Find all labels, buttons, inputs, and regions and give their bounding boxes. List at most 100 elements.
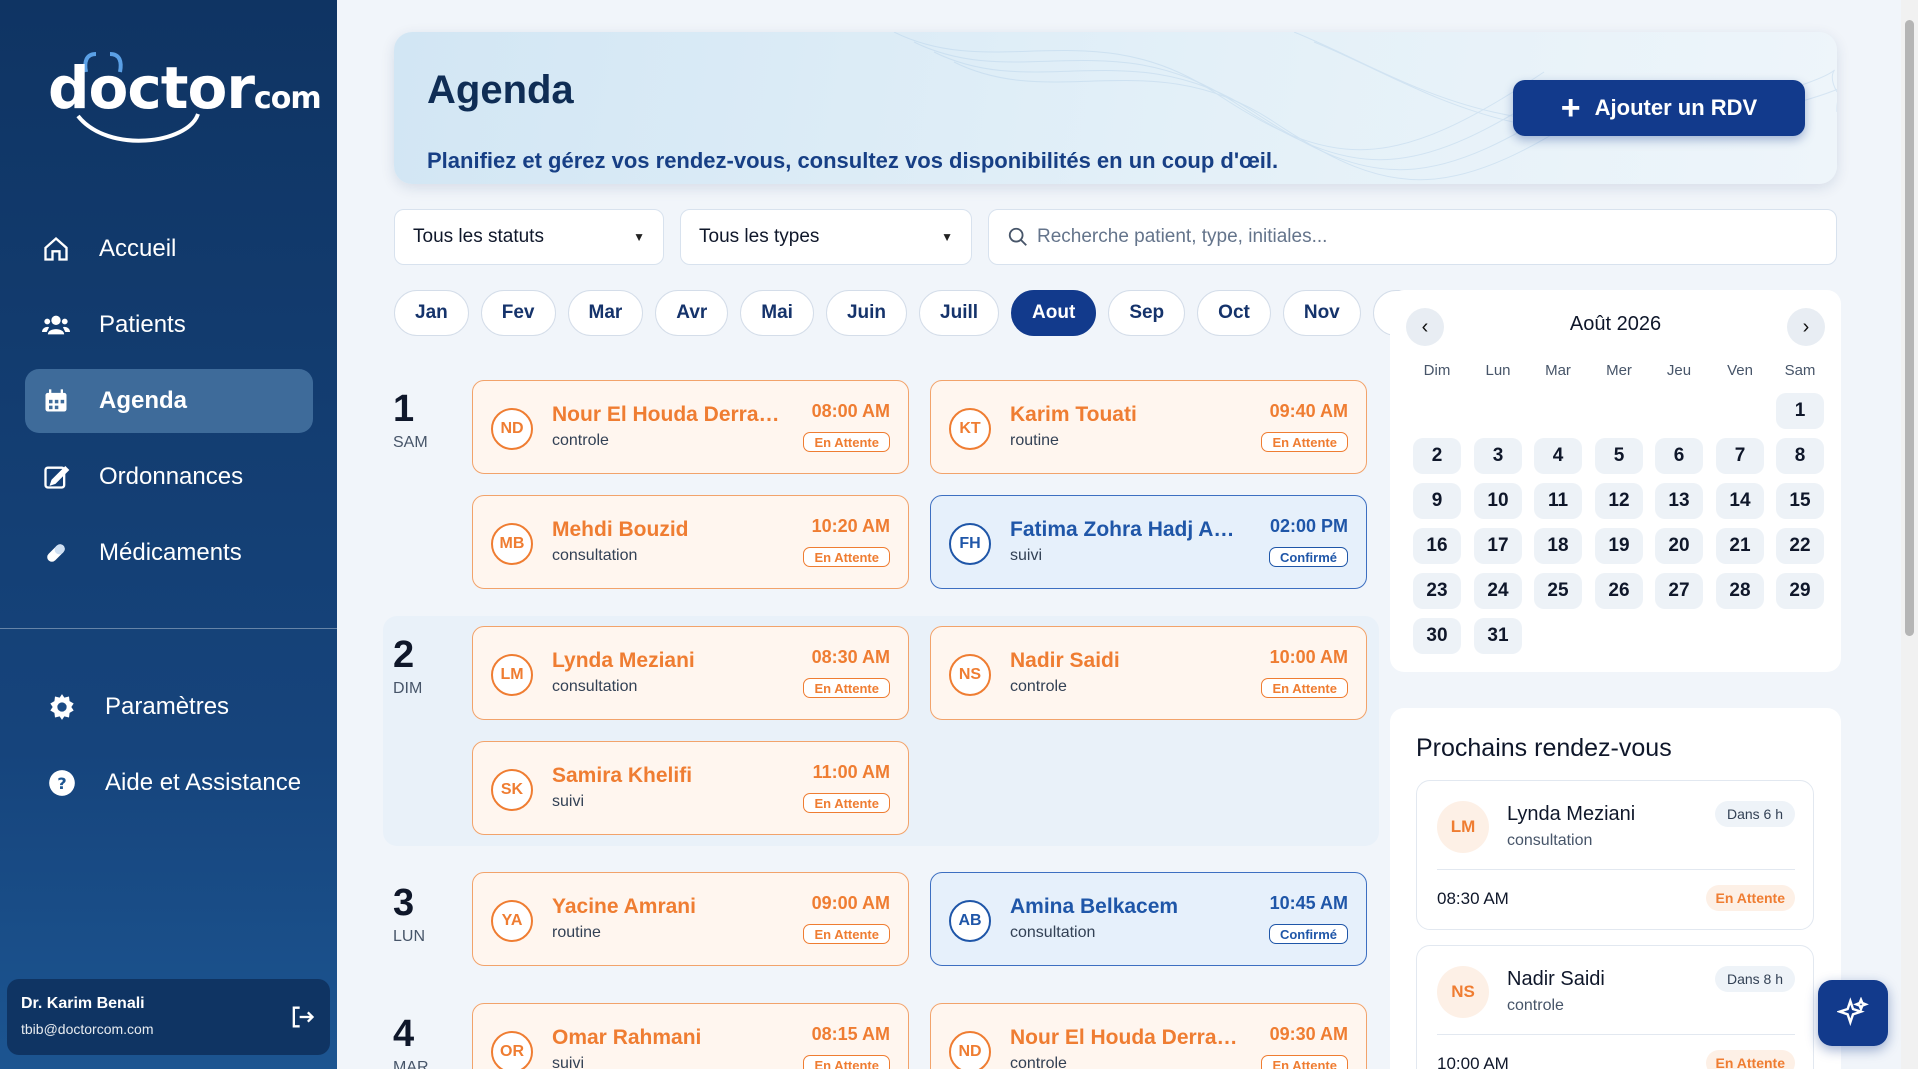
calendar-day[interactable]: 19 (1595, 528, 1643, 564)
next-month-button[interactable]: › (1787, 308, 1825, 346)
month-tab-avr[interactable]: Avr (655, 290, 729, 336)
time-until-badge: Dans 6 h (1714, 801, 1795, 827)
calendar-day[interactable]: 27 (1655, 573, 1703, 609)
caret-down-icon: ▼ (941, 230, 953, 244)
appointment-card[interactable]: YA Yacine Amrani routine 09:00 AM En Att… (472, 872, 909, 966)
calendar-day[interactable]: 9 (1413, 483, 1461, 519)
status-filter-select[interactable]: Tous les statuts ▼ (394, 209, 664, 265)
day-number: 3 (393, 882, 415, 924)
calendar-day[interactable]: 11 (1534, 483, 1582, 519)
calendar-day[interactable]: 20 (1655, 528, 1703, 564)
patient-avatar: ND (949, 1031, 991, 1069)
upcoming-card[interactable]: NS Nadir Saidi controle Dans 8 h 10:00 A… (1416, 945, 1814, 1069)
calendar-day[interactable]: 25 (1534, 573, 1582, 609)
appointment-card[interactable]: MB Mehdi Bouzid consultation 10:20 AM En… (472, 495, 909, 589)
calendar-day[interactable]: 5 (1595, 438, 1643, 474)
calendar-day[interactable]: 18 (1534, 528, 1582, 564)
status-badge: En Attente (803, 678, 890, 698)
month-tab-fev[interactable]: Fev (480, 290, 556, 336)
nav-item-agenda[interactable]: Agenda (25, 369, 313, 433)
scrollbar-thumb[interactable] (1905, 20, 1914, 636)
nav-item-medicaments[interactable]: Médicaments (25, 521, 313, 585)
calendar-day[interactable]: 31 (1474, 618, 1522, 654)
appointment-card[interactable]: SK Samira Khelifi suivi 11:00 AM En Atte… (472, 741, 909, 835)
gear-icon (47, 692, 77, 722)
doctorcom-logo[interactable]: doctorcom (48, 44, 322, 144)
calendar-day[interactable]: 10 (1474, 483, 1522, 519)
month-tab-oct[interactable]: Oct (1197, 290, 1271, 336)
logout-icon[interactable] (288, 1003, 316, 1031)
calendar-day[interactable]: 8 (1776, 438, 1824, 474)
nav-item-accueil[interactable]: Accueil (25, 217, 313, 281)
appointment-card[interactable]: LM Lynda Meziani consultation 08:30 AM E… (472, 626, 909, 720)
search-input[interactable] (1037, 226, 1817, 248)
patient-avatar: AB (949, 900, 991, 942)
calendar-day[interactable]: 17 (1474, 528, 1522, 564)
add-appointment-button[interactable]: + Ajouter un RDV (1513, 80, 1805, 136)
calendar-day[interactable]: 6 (1655, 438, 1703, 474)
calendar-day[interactable]: 14 (1716, 483, 1764, 519)
patient-avatar: FH (949, 523, 991, 565)
calendar-icon (41, 386, 71, 416)
calendar-day[interactable]: 28 (1716, 573, 1764, 609)
month-tab-mai[interactable]: Mai (740, 290, 814, 336)
calendar-day[interactable]: 26 (1595, 573, 1643, 609)
calendar-day[interactable]: 29 (1776, 573, 1824, 609)
calendar-day[interactable]: 30 (1413, 618, 1461, 654)
weekday-label: Mar (1545, 362, 1571, 379)
appointment-card[interactable]: FH Fatima Zohra Hadj Ah... suivi 02:00 P… (930, 495, 1367, 589)
appointment-card[interactable]: ND Nour El Houda Derradji controle 08:00… (472, 380, 909, 474)
month-tab-aout[interactable]: Aout (1011, 290, 1097, 336)
month-tab-nov[interactable]: Nov (1282, 290, 1361, 336)
plus-icon: + (1560, 89, 1581, 127)
patient-name: Nadir Saidi (1010, 649, 1120, 672)
appointment-type: consultation (1507, 832, 1593, 849)
calendar-day[interactable]: 16 (1413, 528, 1461, 564)
nav-item-aide[interactable]: ? Aide et Assistance (25, 751, 313, 815)
nav-item-patients[interactable]: Patients (25, 293, 313, 357)
calendar-day[interactable]: 15 (1776, 483, 1824, 519)
appointment-type: suivi (552, 793, 585, 810)
nav-label: Patients (99, 311, 186, 338)
appointment-card[interactable]: AB Amina Belkacem consultation 10:45 AM … (930, 872, 1367, 966)
appointment-card[interactable]: ND Nour El Houda Derradji controle 09:30… (930, 1003, 1367, 1069)
appointment-card[interactable]: KT Karim Touati routine 09:40 AM En Atte… (930, 380, 1367, 474)
main-nav: Accueil Patients Agenda Ordonnances Médi… (25, 217, 313, 597)
status-badge: En Attente (1705, 885, 1795, 911)
secondary-nav: Paramètres ? Aide et Assistance (25, 675, 313, 827)
calendar-day[interactable]: 4 (1534, 438, 1582, 474)
calendar-day[interactable]: 13 (1655, 483, 1703, 519)
month-tab-juin[interactable]: Juin (825, 290, 908, 336)
page-scrollbar[interactable] (1901, 0, 1918, 1069)
month-tab-jan[interactable]: Jan (394, 290, 469, 336)
patient-avatar: ND (491, 408, 533, 450)
appointment-type: consultation (552, 547, 638, 564)
calendar-day[interactable]: 21 (1716, 528, 1764, 564)
day-group: 3 LUN YA Yacine Amrani routine 09:00 AM … (383, 872, 1379, 982)
ai-assistant-button[interactable] (1818, 980, 1888, 1046)
month-tab-sep[interactable]: Sep (1108, 290, 1186, 336)
logo-suffix-text: com (253, 81, 322, 116)
patient-name: Lynda Meziani (552, 649, 695, 672)
calendar-day[interactable]: 2 (1413, 438, 1461, 474)
calendar-day[interactable]: 22 (1776, 528, 1824, 564)
patient-name: Mehdi Bouzid (552, 518, 689, 541)
calendar-day[interactable]: 12 (1595, 483, 1643, 519)
nav-item-parametres[interactable]: Paramètres (25, 675, 313, 739)
user-name: Dr. Karim Benali (21, 995, 145, 1012)
month-tab-mar[interactable]: Mar (567, 290, 644, 336)
type-filter-select[interactable]: Tous les types ▼ (680, 209, 972, 265)
calendar-day[interactable]: 24 (1474, 573, 1522, 609)
calendar-day[interactable]: 1 (1776, 393, 1824, 429)
day-number: 4 (393, 1013, 415, 1055)
appointment-card[interactable]: OR Omar Rahmani suivi 08:15 AM En Attent… (472, 1003, 909, 1069)
appointment-card[interactable]: NS Nadir Saidi controle 10:00 AM En Atte… (930, 626, 1367, 720)
search-icon (1008, 227, 1027, 246)
calendar-day[interactable]: 3 (1474, 438, 1522, 474)
calendar-day[interactable]: 7 (1716, 438, 1764, 474)
nav-item-ordonnances[interactable]: Ordonnances (25, 445, 313, 509)
status-badge: En Attente (1705, 1050, 1795, 1069)
month-tab-juill[interactable]: Juill (919, 290, 1000, 336)
upcoming-card[interactable]: LM Lynda Meziani consultation Dans 6 h 0… (1416, 780, 1814, 930)
calendar-day[interactable]: 23 (1413, 573, 1461, 609)
